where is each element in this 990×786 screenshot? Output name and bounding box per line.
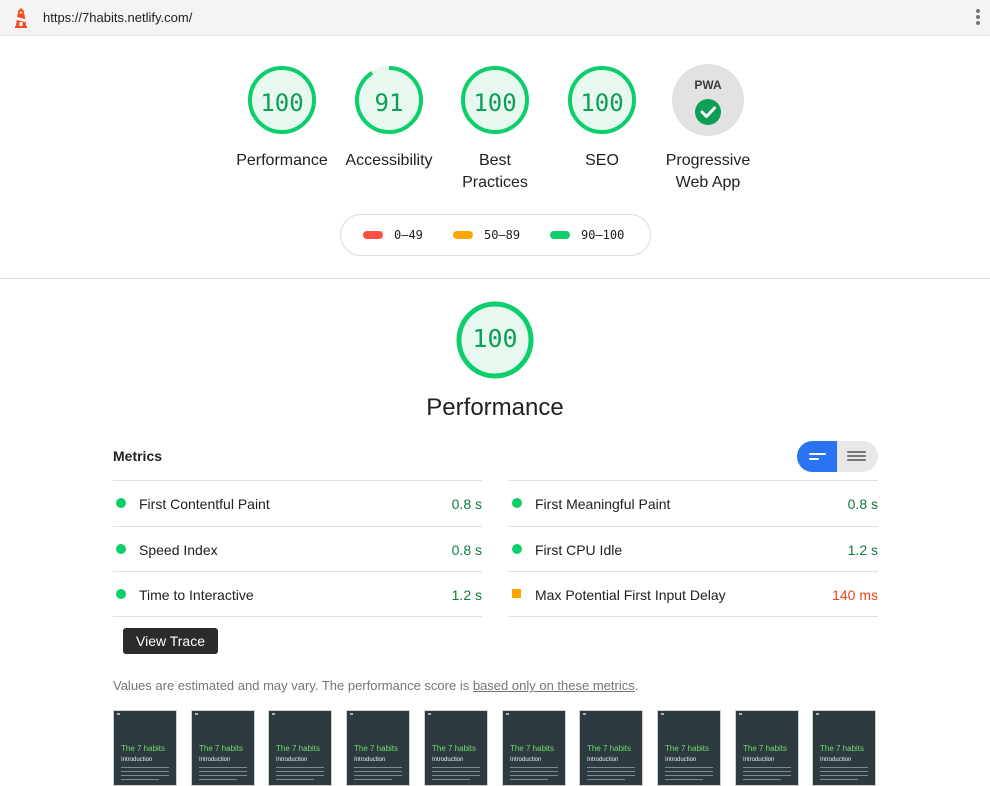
metric-value: 140 ms: [832, 587, 878, 603]
gauge-accessibility[interactable]: 91 Accessibility: [335, 64, 443, 172]
frame-subtitle: Introduction: [743, 757, 775, 763]
filmstrip-frame: The 7 habits Introduction: [657, 710, 721, 786]
gauge-best-practices[interactable]: 100 Best Practices: [441, 64, 549, 194]
lighthouse-icon: [15, 8, 27, 28]
frame-title: The 7 habits: [510, 744, 555, 753]
frame-title: The 7 habits: [665, 744, 710, 753]
frame-subtitle: Introduction: [665, 757, 697, 763]
frame-title: The 7 habits: [432, 744, 477, 753]
filmstrip-frame: The 7 habits Introduction: [812, 710, 876, 786]
metric-value: 0.8 s: [451, 542, 482, 558]
browser-toolbar: https://7habits.netlify.com/: [0, 0, 990, 36]
kebab-menu-icon[interactable]: [975, 9, 981, 27]
gauge-label: Best Practices: [462, 152, 528, 191]
metric-label: Max Potential First Input Delay: [535, 587, 726, 603]
frame-subtitle: Introduction: [820, 757, 852, 763]
metric-label: First Contentful Paint: [139, 496, 270, 512]
metric-first-contentful-paint: First Contentful Paint 0.8 s: [113, 480, 482, 526]
metric-label: Time to Interactive: [139, 587, 254, 603]
metric-time-to-interactive: Time to Interactive 1.2 s: [113, 571, 482, 617]
metrics-heading: Metrics: [113, 448, 163, 464]
frame-subtitle: Introduction: [354, 757, 386, 763]
legend-range: 90–100: [581, 228, 625, 242]
expanded-view-icon: [847, 451, 866, 453]
legend-pass-swatch: [550, 230, 570, 239]
gauge-label: Accessibility: [345, 152, 433, 169]
estimate-note: Values are estimated and may vary. The p…: [113, 678, 638, 693]
legend-item-fail: 0–49: [363, 228, 423, 242]
frame-title: The 7 habits: [354, 744, 399, 753]
metric-value: 1.2 s: [847, 542, 878, 558]
metric-value: 1.2 s: [451, 587, 482, 603]
metric-speed-index: Speed Index 0.8 s: [113, 526, 482, 572]
frame-subtitle: Introduction: [276, 757, 308, 763]
filmstrip-frame: The 7 habits Introduction: [424, 710, 488, 786]
score-legend: 0–49 50–89 90–100: [340, 214, 651, 256]
performance-score: 100: [472, 324, 518, 353]
metric-value: 0.8 s: [847, 496, 878, 512]
frame-subtitle: Introduction: [587, 757, 619, 763]
filmstrip-frame: The 7 habits Introduction: [191, 710, 255, 786]
gauge-label: Performance: [236, 152, 328, 169]
frame-title: The 7 habits: [587, 744, 632, 753]
pass-status-icon: [116, 498, 126, 508]
filmstrip-frame: The 7 habits Introduction: [502, 710, 566, 786]
metrics-view-toggle[interactable]: [797, 441, 878, 472]
pass-status-icon: [512, 544, 522, 554]
legend-item-average: 50–89: [453, 228, 520, 242]
pwa-badge-text: PWA: [694, 78, 722, 92]
legend-average-swatch: [453, 230, 473, 239]
gauge-score: 100: [473, 89, 517, 117]
pwa-badge-icon: PWA: [672, 64, 744, 136]
legend-item-pass: 90–100: [550, 228, 624, 242]
frame-subtitle: Introduction: [432, 757, 464, 763]
note-end: .: [634, 678, 639, 693]
metric-value: 0.8 s: [451, 496, 482, 512]
metric-max-potential-fid: Max Potential First Input Delay 140 ms: [509, 571, 878, 617]
filmstrip-frame: The 7 habits Introduction: [113, 710, 177, 786]
frame-title: The 7 habits: [743, 744, 788, 753]
note-text: Values are estimated and may vary. The p…: [113, 678, 473, 693]
metric-label: First Meaningful Paint: [535, 496, 671, 512]
pass-status-icon: [512, 498, 522, 508]
compact-view-button[interactable]: [797, 441, 837, 472]
gauge-label: Progressive Web App: [665, 152, 751, 191]
filmstrip-frame: The 7 habits Introduction: [735, 710, 799, 786]
filmstrip-frame: The 7 habits Introduction: [346, 710, 410, 786]
pass-status-icon: [116, 544, 126, 554]
gauge-seo[interactable]: 100 SEO: [548, 64, 656, 172]
gauge-label: SEO: [585, 152, 619, 169]
frame-title: The 7 habits: [276, 744, 321, 753]
address-bar-url[interactable]: https://7habits.netlify.com/: [43, 10, 192, 25]
filmstrip-frame: The 7 habits Introduction: [579, 710, 643, 786]
gauge-score: 91: [374, 89, 404, 117]
expanded-view-button[interactable]: [837, 441, 878, 472]
section-divider: [0, 278, 990, 279]
pass-status-icon: [116, 589, 126, 599]
average-status-icon: [512, 589, 521, 598]
view-trace-button[interactable]: View Trace: [123, 628, 218, 654]
section-title: Performance: [426, 394, 564, 421]
frame-subtitle: Introduction: [510, 757, 542, 763]
metrics-link[interactable]: based only on these metrics: [473, 678, 635, 693]
metric-first-cpu-idle: First CPU Idle 1.2 s: [509, 526, 878, 572]
frame-title: The 7 habits: [121, 744, 166, 753]
frame-title: The 7 habits: [199, 744, 244, 753]
compact-view-icon: [809, 453, 826, 455]
gauge-pwa[interactable]: PWA Progressive Web App: [654, 64, 762, 194]
frame-subtitle: Introduction: [121, 757, 153, 763]
legend-range: 0–49: [394, 228, 423, 242]
filmstrip-frame: The 7 habits Introduction: [268, 710, 332, 786]
frame-subtitle: Introduction: [199, 757, 231, 763]
legend-range: 50–89: [484, 228, 521, 242]
gauge-score: 100: [580, 89, 624, 117]
gauge-performance[interactable]: 100 Performance: [228, 64, 336, 172]
gauge-score: 100: [260, 89, 304, 117]
legend-fail-swatch: [363, 230, 383, 239]
metric-first-meaningful-paint: First Meaningful Paint 0.8 s: [509, 480, 878, 526]
metric-label: Speed Index: [139, 542, 218, 558]
metric-label: First CPU Idle: [535, 542, 623, 558]
frame-title: The 7 habits: [820, 744, 865, 753]
